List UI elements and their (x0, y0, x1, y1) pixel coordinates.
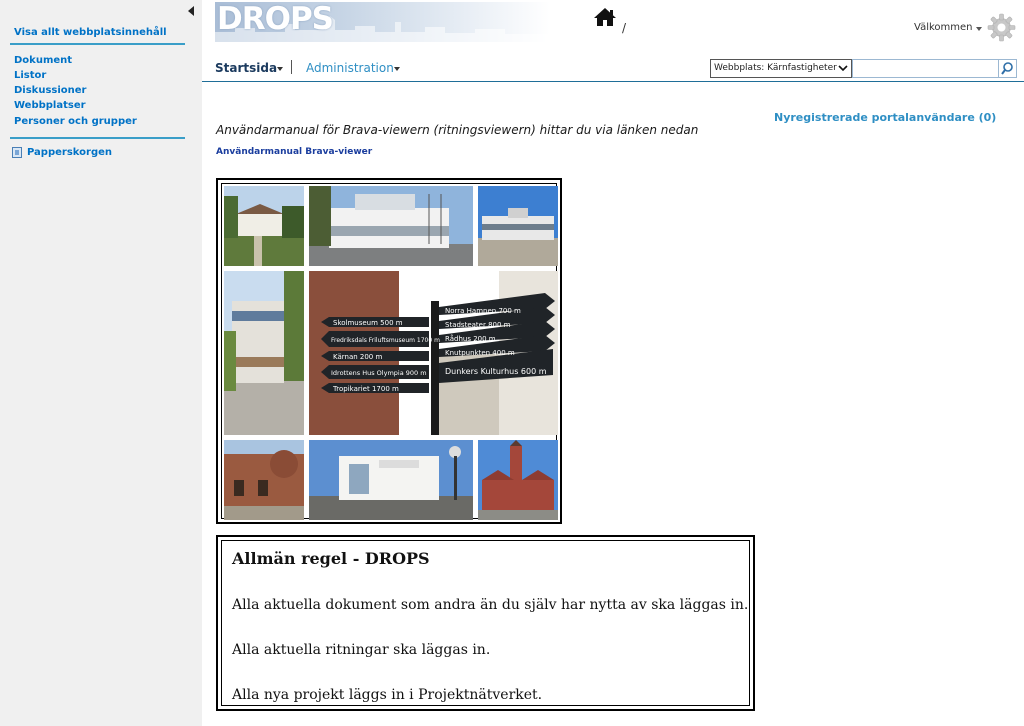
gear-icon[interactable] (987, 13, 1016, 42)
search-input[interactable] (852, 59, 999, 78)
photo-collage-inner: Norra Hamnen 700 m Stadsteater 800 m Råd… (221, 183, 558, 520)
chevron-down-icon[interactable] (394, 67, 400, 71)
home-icon[interactable] (593, 7, 617, 27)
collapse-arrow-icon[interactable] (188, 6, 194, 16)
chevron-down-icon[interactable] (277, 67, 283, 71)
site-logo[interactable]: DROPS (215, 2, 550, 42)
photo-red-brick-building (224, 440, 304, 520)
general-rule-box: Allmän regel - DROPS Alla aktuella dokum… (216, 535, 755, 711)
left-navigation: Visa allt webbplatsinnehåll Dokument Lis… (0, 0, 202, 726)
sign-label: Dunkers Kulturhus 600 m (445, 367, 547, 376)
sign-label: Fredriksdals Friluftsmuseum 1700 m (331, 337, 440, 344)
nav-item-listor[interactable]: Listor (14, 70, 46, 81)
nav-divider (10, 137, 185, 139)
nav-item-papperskorgen[interactable]: Papperskorgen (27, 147, 112, 158)
nav-item-webbplatser[interactable]: Webbplatser (14, 100, 86, 111)
nav-divider (10, 43, 185, 45)
welcome-menu[interactable]: Välkommen (914, 22, 973, 33)
manual-link[interactable]: Användarmanual Brava-viewer (216, 147, 372, 157)
sign-label: Rådhus 200 m (445, 334, 496, 343)
tab-separator (291, 60, 292, 74)
rule-title: Allmän regel - DROPS (232, 549, 430, 568)
photo-mansion (224, 186, 304, 266)
view-all-content-link[interactable]: Visa allt webbplatsinnehåll (14, 27, 167, 38)
sign-label: Norra Hamnen 700 m (445, 307, 521, 315)
tab-startsida[interactable]: Startsida (215, 61, 277, 75)
rule-line: Alla aktuella dokument som andra än du s… (232, 597, 749, 613)
rule-line: Alla nya projekt läggs in i Projektnätve… (232, 687, 543, 703)
tab-administration[interactable]: Administration (306, 61, 394, 75)
header-divider (202, 81, 1024, 82)
rule-line: Alla aktuella ritningar ska läggas in. (232, 642, 491, 658)
logo-text: DROPS (217, 2, 334, 37)
chevron-down-icon[interactable] (976, 27, 982, 31)
photo-culture-house (309, 440, 473, 520)
manual-intro-text: Användarmanual för Brava-viewern (ritnin… (216, 123, 699, 137)
nav-item-personer-och-grupper[interactable]: Personer och grupper (14, 116, 137, 127)
sign-label: Knutpunkten 400 m (445, 349, 515, 357)
sign-label: Kärnan 200 m (333, 353, 382, 361)
dropdown-arrow-icon[interactable] (838, 64, 848, 72)
photo-concert-hall (309, 186, 473, 266)
photo-shopping-street (224, 271, 304, 435)
photo-signpost: Norra Hamnen 700 m Stadsteater 800 m Råd… (309, 271, 558, 435)
photo-arena (478, 186, 558, 266)
nav-item-dokument[interactable]: Dokument (14, 55, 72, 66)
new-portal-users-link[interactable]: Nyregistrerade portalanvändare (0) (774, 111, 996, 124)
search-scope-value: Webbplats: Kärnfastigheter (714, 63, 837, 73)
nav-item-diskussioner[interactable]: Diskussioner (14, 85, 87, 96)
breadcrumb-separator: / (622, 21, 627, 35)
search-icon (1001, 62, 1013, 75)
photo-collage: Norra Hamnen 700 m Stadsteater 800 m Råd… (216, 178, 562, 524)
photo-town-hall (478, 440, 558, 520)
sign-label: Idrottens Hus Olympia 900 m (331, 369, 427, 377)
sign-label: Stadsteater 800 m (445, 321, 511, 329)
recycle-bin-icon[interactable] (12, 147, 22, 158)
sign-label: Skolmuseum 500 m (333, 319, 403, 327)
search-button[interactable] (998, 59, 1017, 78)
sign-label: Tropikariet 1700 m (332, 385, 399, 393)
general-rule-inner: Allmän regel - DROPS Alla aktuella dokum… (221, 540, 750, 706)
search-scope-dropdown[interactable]: Webbplats: Kärnfastigheter (710, 59, 852, 78)
